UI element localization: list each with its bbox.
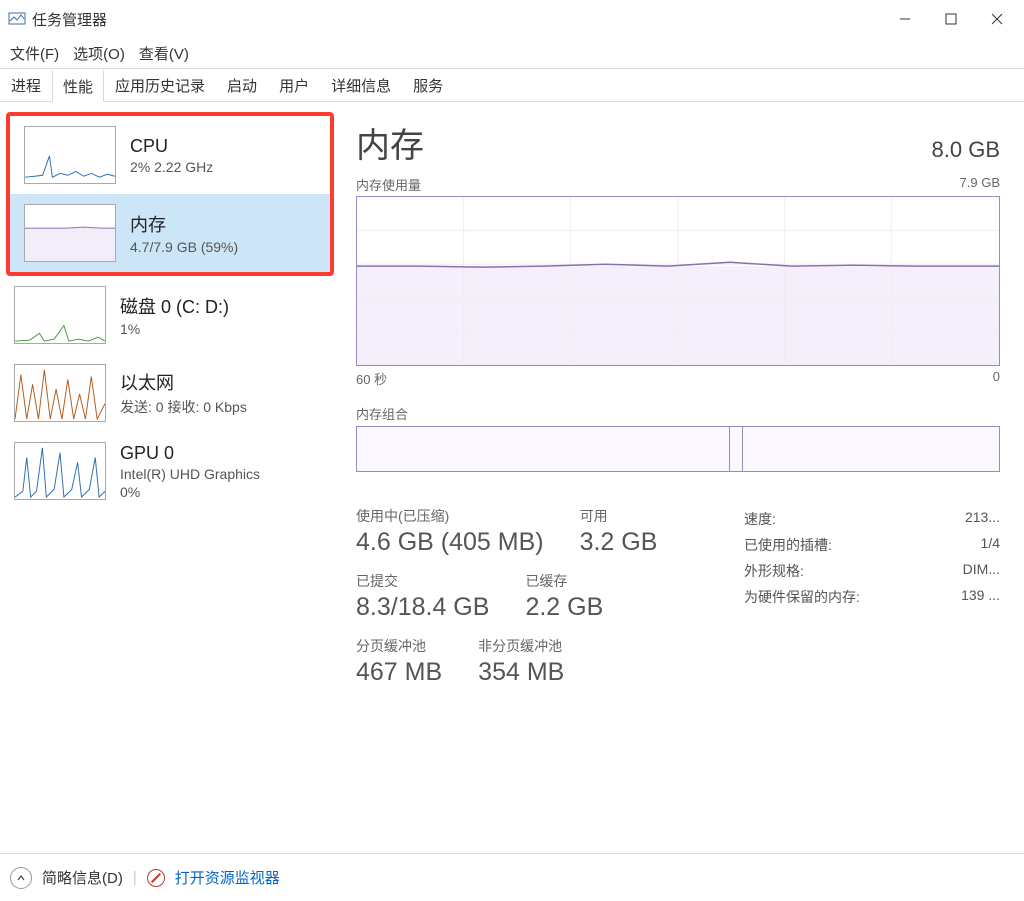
divider: | [133,869,137,886]
tab-processes[interactable]: 进程 [0,69,52,101]
window-controls [882,2,1020,36]
stat-nonpaged: 非分页缓冲池 354 MB [478,636,564,687]
memory-title: 内存 [130,211,238,237]
maximize-button[interactable] [928,2,974,36]
gpu-sub2: 0% [120,484,260,500]
stats-right: 速度: 213... 已使用的插槽: 1/4 外形规格: DIM... 为硬件保… [744,506,1000,701]
ethernet-title: 以太网 [120,369,247,395]
sidebar: CPU 2% 2.22 GHz 内存 4.7/7.9 GB (59%) [0,102,340,853]
window-title: 任务管理器 [32,9,882,30]
tab-details[interactable]: 详细信息 [320,69,402,101]
menubar: 文件(F) 选项(O) 查看(V) [0,38,1024,68]
menu-view[interactable]: 查看(V) [139,43,189,64]
page-title: 内存 [356,118,424,167]
resource-monitor-link[interactable]: 打开资源监视器 [175,867,280,888]
sidebar-item-ethernet[interactable]: 以太网 发送: 0 接收: 0 Kbps [0,354,340,432]
memory-usage-chart [356,196,1000,366]
disk-title: 磁盘 0 (C: D:) [120,293,229,319]
minimize-button[interactable] [882,2,928,36]
memory-composition-bar [356,426,1000,472]
x-left: 60 秒 [356,369,387,388]
chart-x-axis: 60 秒 0 [356,369,1000,388]
cpu-info: CPU 2% 2.22 GHz [130,136,213,175]
gpu-sub: Intel(R) UHD Graphics [120,466,260,482]
stat-paged: 分页缓冲池 467 MB [356,636,442,687]
stat-available: 可用 3.2 GB [580,506,658,557]
resource-monitor-icon [147,869,165,887]
stat-committed: 已提交 8.3/18.4 GB [356,571,489,622]
ethernet-info: 以太网 发送: 0 接收: 0 Kbps [120,369,247,417]
disk-info: 磁盘 0 (C: D:) 1% [120,293,229,337]
menu-file[interactable]: 文件(F) [10,43,59,64]
tab-startup[interactable]: 启动 [216,69,268,101]
composition-label: 内存组合 [356,404,1000,423]
close-button[interactable] [974,2,1020,36]
stat-in-use: 使用中(已压缩) 4.6 GB (405 MB) [356,506,544,557]
stats: 使用中(已压缩) 4.6 GB (405 MB) 可用 3.2 GB 已提交 8… [356,506,1000,701]
memory-thumbnail-graph [24,204,116,262]
sidebar-item-memory[interactable]: 内存 4.7/7.9 GB (59%) [10,194,330,272]
stat-speed: 速度: 213... [744,506,1000,532]
collapse-icon[interactable] [10,867,32,889]
memory-info: 内存 4.7/7.9 GB (59%) [130,211,238,255]
footer: 简略信息(D) | 打开资源监视器 [0,853,1024,901]
sidebar-item-disk[interactable]: 磁盘 0 (C: D:) 1% [0,276,340,354]
usage-label: 内存使用量 [356,175,421,194]
ethernet-sub: 发送: 0 接收: 0 Kbps [120,397,247,417]
app-icon [8,10,26,28]
highlight-annotation: CPU 2% 2.22 GHz 内存 4.7/7.9 GB (59%) [6,112,334,276]
sidebar-item-gpu[interactable]: GPU 0 Intel(R) UHD Graphics 0% [0,432,340,510]
tab-services[interactable]: 服务 [402,69,454,101]
menu-options[interactable]: 选项(O) [73,43,125,64]
stat-hw-reserved: 为硬件保留的内存: 139 ... [744,584,1000,610]
tab-app-history[interactable]: 应用历史记录 [104,69,216,101]
chart-top-labels: 内存使用量 7.9 GB [356,175,1000,194]
main-header: 内存 8.0 GB [356,118,1000,167]
ethernet-thumbnail-graph [14,364,106,422]
stats-left: 使用中(已压缩) 4.6 GB (405 MB) 可用 3.2 GB 已提交 8… [356,506,708,701]
capacity-value: 8.0 GB [932,137,1000,163]
usage-max: 7.9 GB [960,175,1000,194]
main-panel: 内存 8.0 GB 内存使用量 7.9 GB 60 秒 [340,102,1024,853]
brief-info-link[interactable]: 简略信息(D) [42,867,123,888]
cpu-thumbnail-graph [24,126,116,184]
x-right: 0 [993,369,1000,388]
disk-thumbnail-graph [14,286,106,344]
titlebar: 任务管理器 [0,0,1024,38]
gpu-title: GPU 0 [120,443,260,464]
gpu-thumbnail-graph [14,442,106,500]
memory-sub: 4.7/7.9 GB (59%) [130,239,238,255]
stat-form-factor: 外形规格: DIM... [744,558,1000,584]
gpu-info: GPU 0 Intel(R) UHD Graphics 0% [120,443,260,500]
tab-performance[interactable]: 性能 [52,70,104,102]
stat-cached: 已缓存 2.2 GB [525,571,603,622]
tab-users[interactable]: 用户 [268,69,320,101]
tabs: 进程 性能 应用历史记录 启动 用户 详细信息 服务 [0,68,1024,102]
disk-sub: 1% [120,321,229,337]
cpu-sub: 2% 2.22 GHz [130,159,213,175]
stat-slots: 已使用的插槽: 1/4 [744,532,1000,558]
sidebar-item-cpu[interactable]: CPU 2% 2.22 GHz [10,116,330,194]
cpu-title: CPU [130,136,213,157]
